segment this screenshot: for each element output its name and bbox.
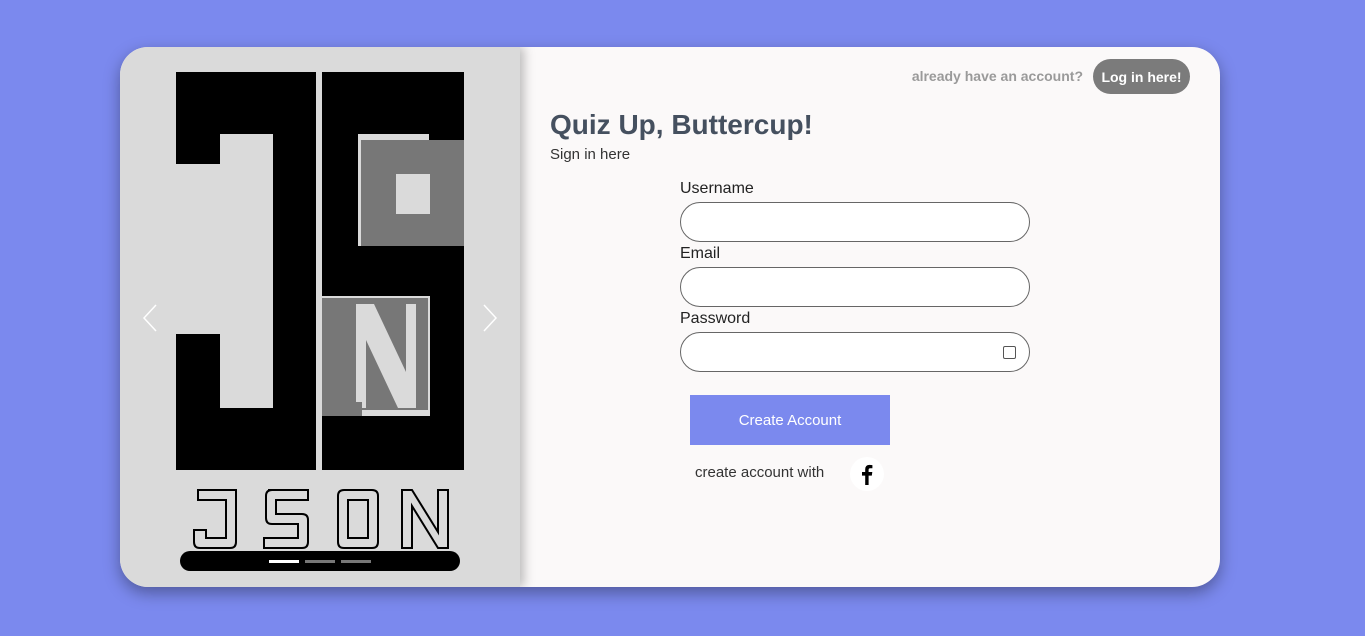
image-carousel bbox=[120, 47, 520, 587]
show-password-checkbox[interactable] bbox=[1003, 346, 1016, 359]
chevron-left-icon[interactable] bbox=[140, 302, 160, 334]
create-account-button[interactable]: Create Account bbox=[690, 395, 890, 445]
facebook-icon bbox=[862, 464, 873, 485]
carousel-indicator-2[interactable] bbox=[305, 560, 335, 563]
social-signup-text: create account with bbox=[695, 464, 825, 481]
carousel-indicators bbox=[180, 551, 460, 571]
page-subtitle: Sign in here bbox=[550, 146, 631, 163]
email-label: Email bbox=[680, 245, 721, 262]
facebook-signup-button[interactable] bbox=[850, 457, 884, 491]
username-input[interactable] bbox=[680, 202, 1030, 242]
carousel-indicator-3[interactable] bbox=[341, 560, 371, 563]
have-account-text: already have an account? bbox=[911, 68, 1083, 84]
login-button[interactable]: Log in here! bbox=[1093, 59, 1190, 94]
signup-card: already have an account? Log in here! Qu… bbox=[120, 47, 1220, 587]
username-label: Username bbox=[680, 180, 754, 197]
password-input[interactable] bbox=[680, 332, 1030, 372]
signup-form-panel: already have an account? Log in here! Qu… bbox=[520, 47, 1220, 587]
password-label: Password bbox=[680, 310, 751, 327]
carousel-indicator-1[interactable] bbox=[269, 560, 299, 563]
page-title: Quiz Up, Buttercup! bbox=[550, 109, 813, 140]
json-logo bbox=[176, 72, 464, 549]
email-input[interactable] bbox=[680, 267, 1030, 307]
chevron-right-icon[interactable] bbox=[480, 302, 500, 334]
